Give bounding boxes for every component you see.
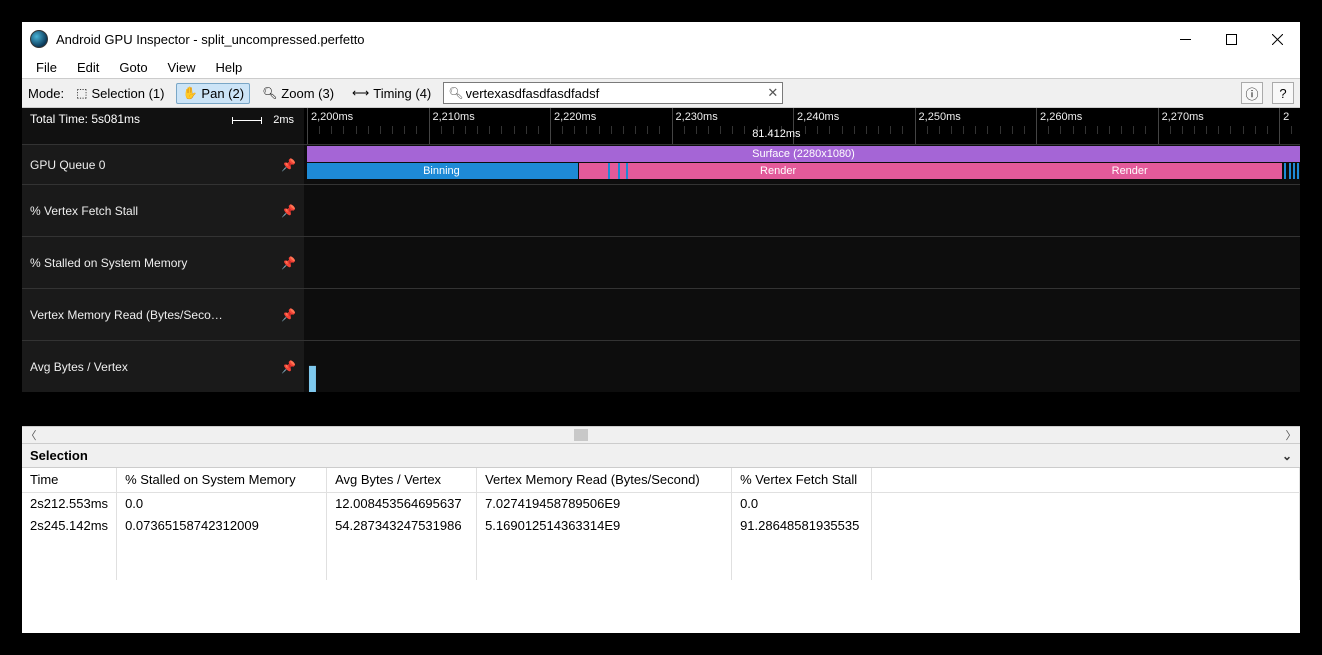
table-row[interactable]: 2s245.142ms0.0736515874231200954.2873432… — [22, 514, 1300, 536]
total-time-label: Total Time: 5s081ms — [30, 112, 140, 126]
track-label: GPU Queue 0 — [30, 158, 105, 172]
scroll-thumb[interactable] — [574, 429, 588, 441]
mode-pan-button[interactable]: ✋Pan (2) — [176, 83, 250, 104]
track-stalled-system-memory[interactable]: % Stalled on System Memory 📌 — [22, 236, 1300, 288]
timeline-slice[interactable]: Render — [977, 163, 1282, 179]
selection-panel: Selection ⌄ Time% Stalled on System Memo… — [22, 444, 1300, 633]
help-button[interactable]: ? — [1272, 82, 1294, 104]
mode-zoom-button[interactable]: 🔍︎Zoom (3) — [256, 83, 340, 104]
title-bar: Android GPU Inspector - split_uncompress… — [22, 22, 1300, 56]
pin-icon[interactable]: 📌 — [281, 158, 296, 172]
horizontal-scrollbar[interactable]: 〈 〉 — [22, 426, 1300, 444]
search-box[interactable]: 🔍︎ ✕ — [443, 82, 783, 104]
mode-label: Mode: — [28, 86, 64, 101]
maximize-button[interactable] — [1208, 22, 1254, 56]
selection-header[interactable]: Selection ⌄ — [22, 444, 1300, 468]
hand-icon: ✋ — [182, 86, 197, 100]
window-buttons — [1162, 22, 1300, 56]
track-vertex-fetch-stall[interactable]: % Vertex Fetch Stall 📌 — [22, 184, 1300, 236]
info-icon: ⓘ — [1245, 84, 1258, 103]
time-ruler[interactable]: Total Time: 5s081ms 2ms 2,200ms2,210ms2,… — [22, 108, 1300, 144]
minimize-button[interactable] — [1162, 22, 1208, 56]
search-icon: 🔍︎ — [448, 86, 463, 100]
timeline-slice[interactable]: Render — [579, 163, 977, 179]
chevron-down-icon[interactable]: ⌄ — [1282, 449, 1292, 463]
menu-view[interactable]: View — [160, 58, 204, 77]
timeline-panel[interactable]: Total Time: 5s081ms 2ms 2,200ms2,210ms2,… — [22, 108, 1300, 426]
ruler-icon: ⟷ — [352, 86, 369, 100]
timeline-slice[interactable]: Surface (2280x1080) — [307, 146, 1300, 162]
menu-help[interactable]: Help — [208, 58, 251, 77]
help-icon: ? — [1279, 86, 1286, 101]
mode-selection-button[interactable]: ⬚Selection (1) — [70, 83, 170, 104]
menu-bar: File Edit Goto View Help — [22, 56, 1300, 78]
scroll-left-icon[interactable]: 〈 — [22, 427, 40, 443]
pin-icon[interactable]: 📌 — [281, 360, 296, 374]
track-avg-bytes-vertex[interactable]: Avg Bytes / Vertex 📌 — [22, 340, 1300, 392]
info-button[interactable]: ⓘ — [1241, 82, 1263, 104]
selection-table[interactable]: Time% Stalled on System MemoryAvg Bytes … — [22, 468, 1300, 633]
cursor-icon: ⬚ — [76, 86, 87, 100]
track-label: % Stalled on System Memory — [30, 256, 187, 270]
scale-label: 2ms — [273, 114, 294, 126]
table-row[interactable]: 2s212.553ms0.012.0084535646956377.027419… — [22, 492, 1300, 514]
app-window: Android GPU Inspector - split_uncompress… — [22, 22, 1300, 633]
scale-line — [232, 120, 262, 121]
track-vertex-memory-read[interactable]: Vertex Memory Read (Bytes/Seco… 📌 — [22, 288, 1300, 340]
table-header[interactable]: Vertex Memory Read (Bytes/Second) — [477, 468, 732, 492]
menu-goto[interactable]: Goto — [111, 58, 155, 77]
pin-icon[interactable]: 📌 — [281, 256, 296, 270]
track-label: Avg Bytes / Vertex — [30, 360, 128, 374]
mode-timing-button[interactable]: ⟷Timing (4) — [346, 83, 437, 104]
table-header[interactable]: Avg Bytes / Vertex — [327, 468, 477, 492]
toolbar: Mode: ⬚Selection (1) ✋Pan (2) 🔍︎Zoom (3)… — [22, 78, 1300, 108]
track-label: Vertex Memory Read (Bytes/Seco… — [30, 308, 223, 322]
scroll-right-icon[interactable]: 〉 — [1282, 427, 1300, 443]
pin-icon[interactable]: 📌 — [281, 204, 296, 218]
close-button[interactable] — [1254, 22, 1300, 56]
timeline-slice[interactable]: Binning — [307, 163, 576, 179]
app-icon — [30, 30, 48, 48]
clear-search-icon[interactable]: ✕ — [767, 85, 778, 101]
pin-icon[interactable]: 📌 — [281, 308, 296, 322]
table-header[interactable]: % Vertex Fetch Stall — [732, 468, 872, 492]
track-label: % Vertex Fetch Stall — [30, 204, 138, 218]
table-header[interactable]: Time — [22, 468, 117, 492]
search-input[interactable] — [466, 86, 783, 101]
selection-title: Selection — [30, 448, 88, 463]
table-header[interactable]: % Stalled on System Memory — [117, 468, 327, 492]
menu-edit[interactable]: Edit — [69, 58, 107, 77]
zoom-icon: 🔍︎ — [262, 86, 277, 100]
window-title: Android GPU Inspector - split_uncompress… — [56, 32, 1162, 47]
menu-file[interactable]: File — [28, 58, 65, 77]
track-gpu-queue[interactable]: GPU Queue 0📌 Surface (2280x1080)BinningR… — [22, 144, 1300, 184]
